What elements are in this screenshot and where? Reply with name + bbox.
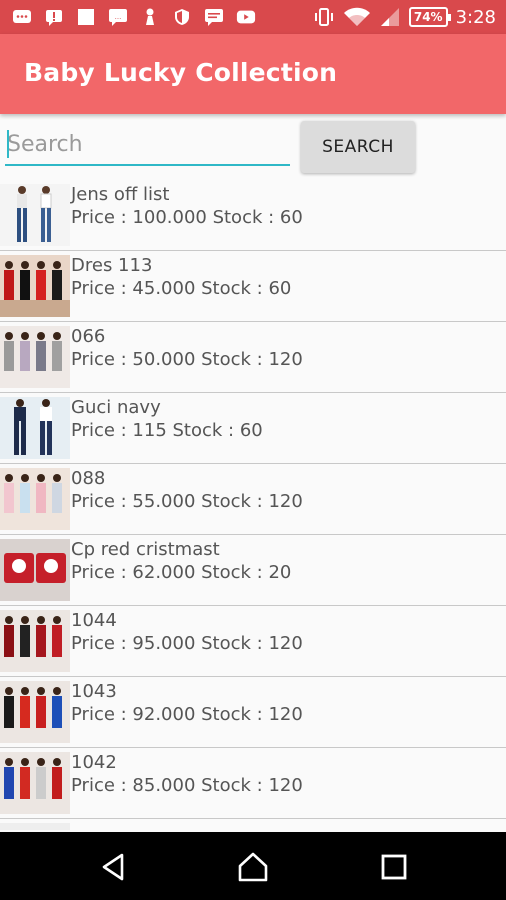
text-cursor (7, 130, 9, 158)
navigation-bar (0, 832, 506, 900)
product-thumbnail (0, 326, 70, 388)
product-thumbnail (0, 681, 70, 743)
search-button[interactable]: SEARCH (301, 121, 415, 173)
status-bar: ... 74% 3:28 (0, 0, 506, 34)
product-name: Cp red cristmast (71, 539, 220, 560)
product-price-stock: Price : 115 Stock : 60 (71, 420, 263, 441)
app-bar: Baby Lucky Collection (0, 34, 506, 114)
product-thumbnail (0, 752, 70, 814)
product-price-stock: Price : 100.000 Stock : 60 (71, 207, 303, 228)
signal-icon (380, 8, 399, 26)
product-thumbnail (0, 610, 70, 672)
shield-icon (175, 9, 189, 25)
app-screen: ... 74% 3:28 Baby Lucky Collection SEARC… (0, 0, 506, 900)
product-price-stock: Price : 95.000 Stock : 120 (71, 633, 303, 654)
youtube-icon (236, 10, 256, 24)
svg-text:...: ... (115, 13, 122, 21)
product-price-stock: Price : 45.000 Stock : 60 (71, 278, 292, 299)
chat-icon (205, 9, 223, 26)
product-price-stock: Price : 85.000 Stock : 120 (71, 775, 303, 796)
home-icon[interactable] (236, 850, 270, 884)
product-name: 066 (71, 326, 106, 347)
product-name: Guci navy (71, 397, 161, 418)
app-title: Baby Lucky Collection (24, 58, 338, 87)
recents-icon[interactable] (377, 850, 411, 884)
product-name: Jens off list (71, 184, 170, 205)
product-name: 088 (71, 468, 106, 489)
search-input[interactable] (5, 124, 290, 166)
product-price-stock: Price : 62.000 Stock : 20 (71, 562, 292, 583)
battery-indicator: 74% (408, 7, 451, 27)
list-item[interactable]: 066 Price : 50.000 Stock : 120 (0, 322, 506, 393)
alert-icon (46, 10, 62, 26)
list-item[interactable] (0, 819, 506, 830)
product-thumbnail (0, 397, 70, 459)
vibrate-icon (314, 8, 333, 26)
list-item[interactable]: Guci navy Price : 115 Stock : 60 (0, 393, 506, 464)
pawn-icon (146, 8, 154, 25)
list-item[interactable]: Jens off list Price : 100.000 Stock : 60 (0, 180, 506, 251)
square-icon (78, 9, 94, 25)
product-name: 1042 (71, 752, 117, 773)
product-thumbnail (0, 184, 70, 246)
wifi-icon (343, 7, 370, 26)
list-item[interactable]: 088 Price : 55.000 Stock : 120 (0, 464, 506, 535)
list-item[interactable]: Cp red cristmast Price : 62.000 Stock : … (0, 535, 506, 606)
product-list[interactable]: Jens off list Price : 100.000 Stock : 60… (0, 180, 506, 830)
system-status: 74% 3:28 (313, 5, 496, 29)
list-item[interactable]: Dres 113 Price : 45.000 Stock : 60 (0, 251, 506, 322)
product-thumbnail (0, 823, 70, 830)
clock: 3:28 (455, 6, 496, 28)
list-item[interactable]: 1043 Price : 92.000 Stock : 120 (0, 677, 506, 748)
product-name: Dres 113 (71, 255, 153, 276)
list-item[interactable]: 1044 Price : 95.000 Stock : 120 (0, 606, 506, 677)
product-price-stock: Price : 50.000 Stock : 120 (71, 349, 303, 370)
notification-icons: ... (12, 6, 256, 28)
product-price-stock: Price : 92.000 Stock : 120 (71, 704, 303, 725)
list-item[interactable]: 1042 Price : 85.000 Stock : 120 (0, 748, 506, 819)
product-price-stock: Price : 55.000 Stock : 120 (71, 491, 303, 512)
product-name: 1044 (71, 610, 117, 631)
product-thumbnail (0, 255, 70, 317)
product-name: 1043 (71, 681, 117, 702)
product-thumbnail (0, 539, 70, 601)
product-thumbnail (0, 468, 70, 530)
sms-icon: ... (109, 9, 127, 26)
back-icon[interactable] (96, 850, 130, 884)
messages-icon (13, 10, 31, 23)
